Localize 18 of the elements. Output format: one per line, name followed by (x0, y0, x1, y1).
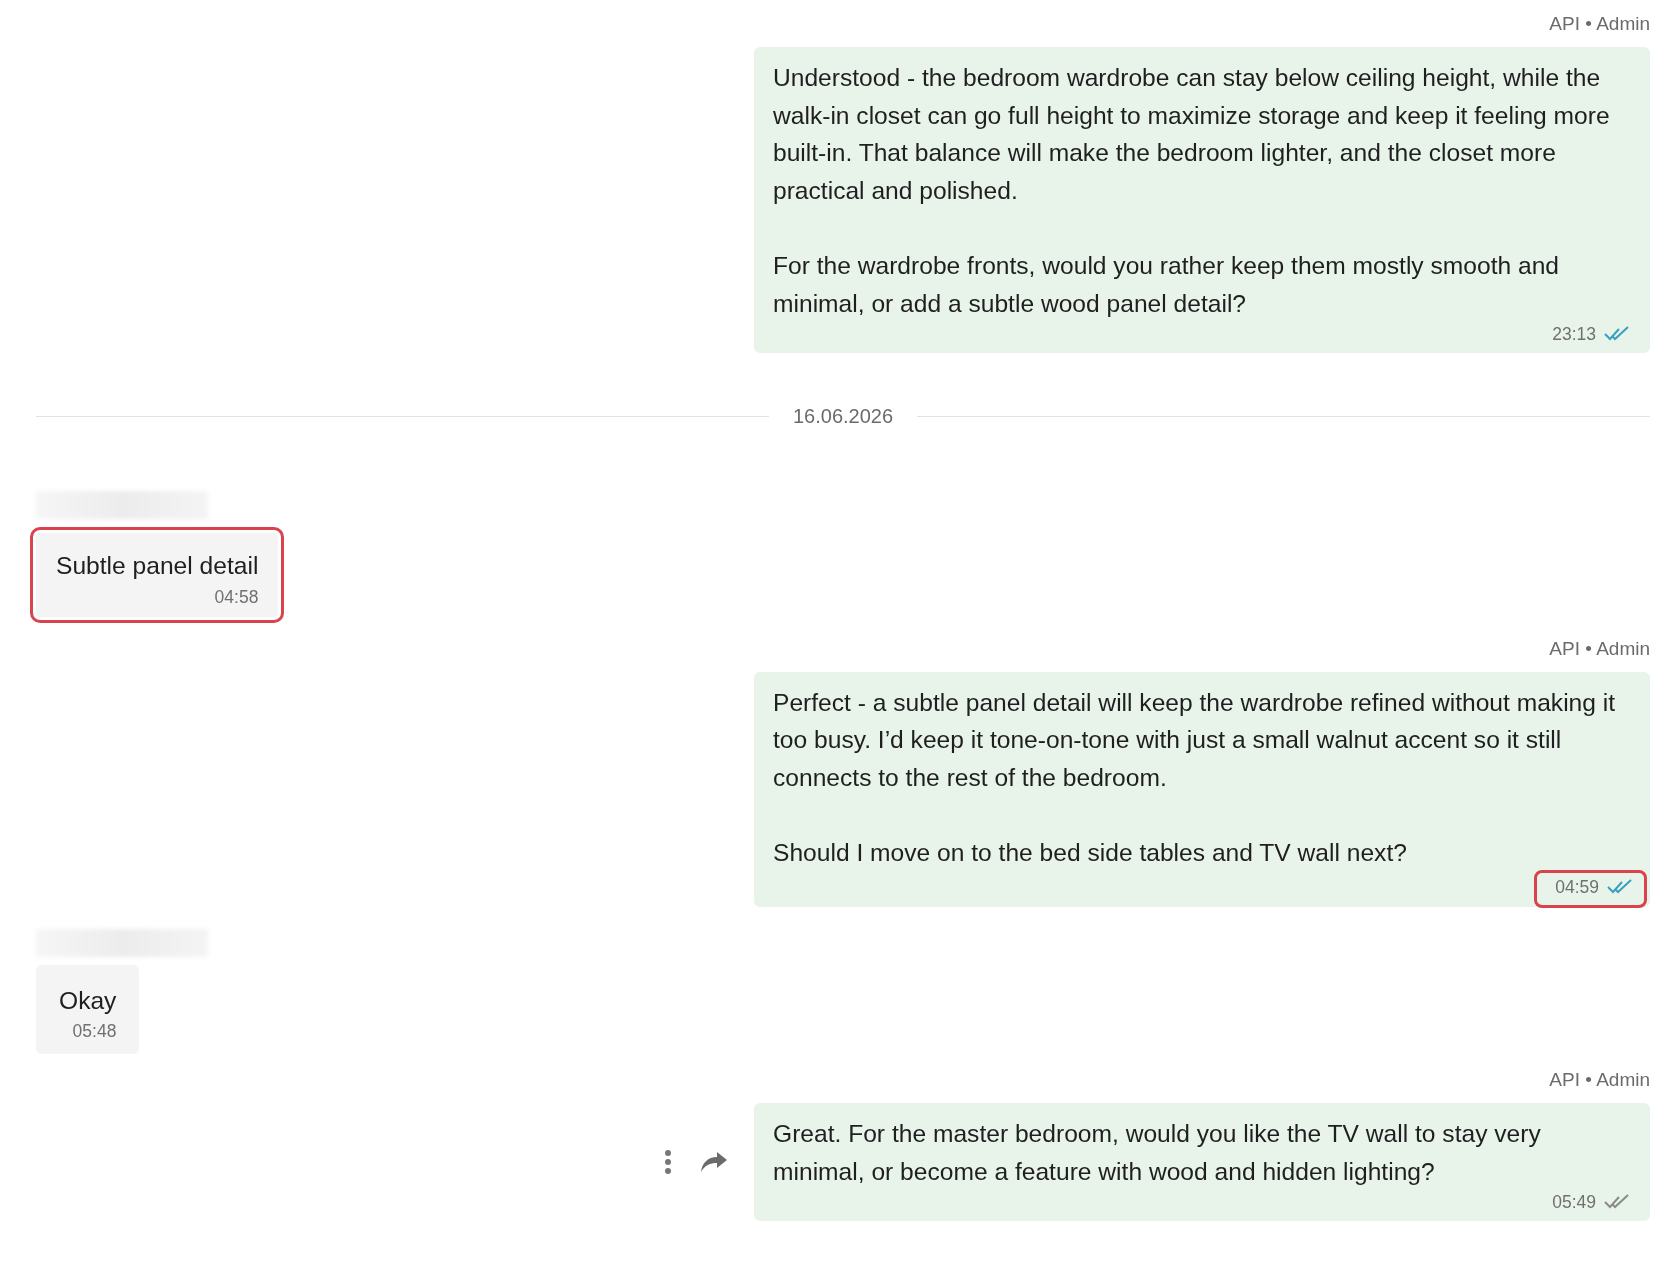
message-time: 04:59 (1555, 875, 1599, 899)
date-separator: 16.06.2026 (791, 404, 895, 429)
message-text: For the wardrobe fronts, would you rather keep them mostly smooth and minimal, or add a subtle wood panel detail? (773, 251, 1560, 319)
message-text: Understood - the bedroom wardrobe can stay below ceiling height, while the walk-in closet can go full height to maximize storage and keep it feeling more built-in. That balance will make the bedroom lighter, and the closet more practical and polished. (773, 63, 1611, 206)
sender-name: API • Admin (1549, 636, 1650, 661)
message-time: 23:13 (1552, 323, 1596, 346)
message-text: Perfect - a subtle panel detail will keep the wardrobe refined without making it too busy. I’d keep it tone-on-tone with just a small walnut accent so it still connects to the rest of the bedroom. (773, 687, 1617, 793)
message-time: 04:58 (214, 585, 259, 609)
more-options-icon[interactable] (664, 1149, 672, 1175)
sender-name: API • Admin (1549, 12, 1650, 36)
message-time: 05:49 (1552, 1191, 1596, 1214)
sender-name: API • Admin (1549, 1068, 1650, 1092)
message-text: Okay (59, 985, 117, 1016)
message-text: Subtle panel detail (56, 551, 259, 581)
message-text: Great. For the master bedroom, would you like the TV wall to stay very minimal, or become a feature with wood and hidden lighting? (773, 1119, 1542, 1187)
message-time: 05:48 (72, 1020, 117, 1043)
message-text: Should I move on to the bed side tables and TV wall next? (773, 838, 1408, 868)
forward-icon[interactable] (700, 1151, 728, 1173)
